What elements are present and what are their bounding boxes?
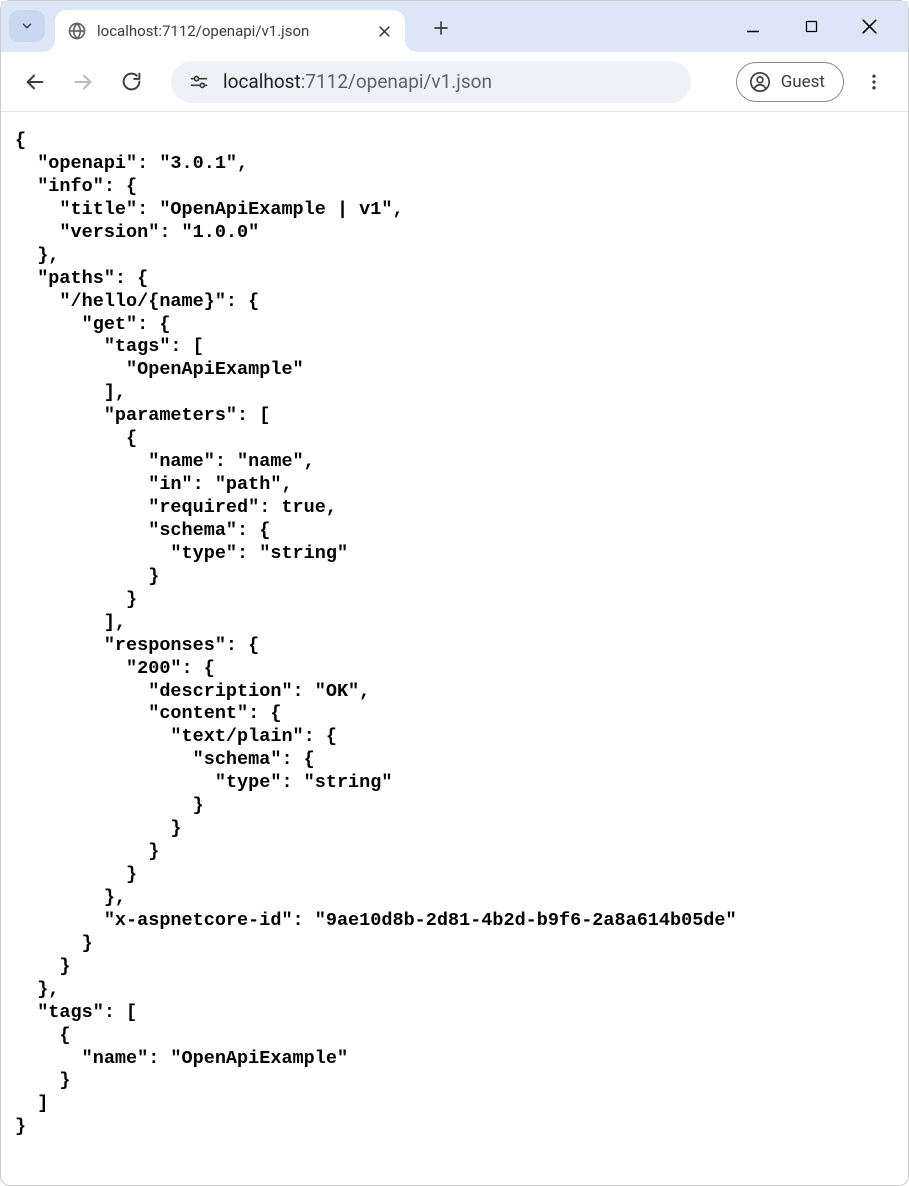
- globe-icon: [67, 21, 87, 41]
- tab-search-button[interactable]: [9, 10, 45, 42]
- tab-close-button[interactable]: [375, 22, 393, 40]
- more-vertical-icon: [864, 72, 884, 92]
- forward-button[interactable]: [65, 64, 101, 100]
- new-tab-button[interactable]: [423, 10, 459, 46]
- tune-icon: [189, 72, 209, 92]
- browser-menu-button[interactable]: [856, 64, 892, 100]
- active-tab[interactable]: localhost:7112/openapi/v1.json: [55, 10, 405, 52]
- url-path: :7112/openapi/v1.json: [301, 70, 492, 93]
- maximize-button[interactable]: [796, 12, 826, 42]
- chevron-down-icon: [20, 19, 34, 33]
- browser-titlebar: localhost:7112/openapi/v1.json: [1, 1, 908, 52]
- profile-button[interactable]: Guest: [736, 62, 844, 102]
- json-response-body[interactable]: { "openapi": "3.0.1", "info": { "title":…: [1, 112, 908, 1185]
- arrow-right-icon: [72, 71, 94, 93]
- tab-title: localhost:7112/openapi/v1.json: [97, 22, 365, 40]
- profile-label: Guest: [781, 72, 825, 92]
- arrow-left-icon: [24, 71, 46, 93]
- minimize-button[interactable]: [738, 12, 768, 42]
- maximize-icon: [804, 19, 819, 34]
- close-icon: [860, 17, 879, 36]
- minimize-icon: [744, 18, 762, 36]
- url-text: localhost:7112/openapi/v1.json: [223, 70, 673, 93]
- back-button[interactable]: [17, 64, 53, 100]
- window-close-button[interactable]: [854, 12, 884, 42]
- plus-icon: [432, 19, 450, 37]
- window-controls: [738, 1, 900, 52]
- address-bar[interactable]: localhost:7112/openapi/v1.json: [171, 61, 691, 103]
- person-icon: [749, 71, 771, 93]
- close-icon: [377, 24, 392, 39]
- reload-icon: [121, 71, 142, 92]
- url-host: localhost: [223, 70, 301, 93]
- browser-toolbar: localhost:7112/openapi/v1.json Guest: [1, 52, 908, 112]
- reload-button[interactable]: [113, 64, 149, 100]
- site-settings-button[interactable]: [189, 72, 209, 92]
